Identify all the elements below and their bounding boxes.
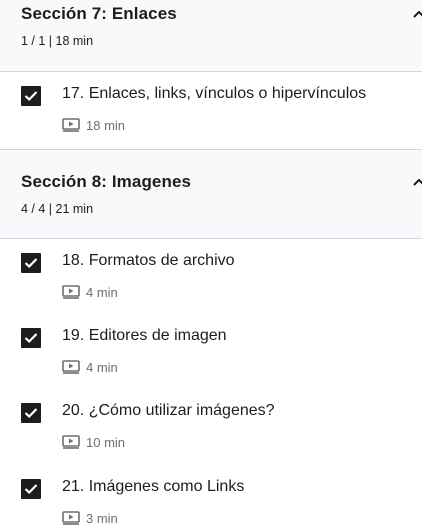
section-header-7[interactable]: Sección 7: Enlaces 1 / 1 | 18 min	[0, 0, 422, 72]
video-play-icon	[62, 285, 80, 299]
duration-text: 10 min	[86, 434, 126, 450]
video-play-icon	[62, 435, 80, 449]
section-title: Sección 8: Imagenes	[21, 172, 192, 191]
duration-text: 18 min	[86, 117, 126, 133]
lesson-item[interactable]: 19. Editores de imagen 4 min	[0, 327, 422, 402]
lesson-duration: 3 min	[62, 510, 118, 526]
lesson-duration: 10 min	[62, 434, 125, 450]
duration-text: 4 min	[86, 359, 118, 375]
lesson-item[interactable]: 18. Formatos de archivo 4 min	[0, 252, 422, 327]
checkbox-checked-icon[interactable]	[21, 479, 41, 499]
lesson-title[interactable]: 21. Imágenes como Links	[62, 478, 244, 496]
lesson-title[interactable]: 17. Enlaces, links, vínculos o hipervínc…	[62, 85, 366, 103]
lesson-title[interactable]: 18. Formatos de archivo	[62, 252, 235, 270]
video-play-icon	[62, 511, 80, 525]
section-header-8[interactable]: Sección 8: Imagenes 4 / 4 | 21 min	[0, 149, 422, 239]
chevron-up-icon[interactable]	[412, 176, 422, 190]
checkbox-checked-icon[interactable]	[21, 253, 41, 273]
lesson-title[interactable]: 19. Editores de imagen	[62, 327, 227, 345]
lesson-duration: 4 min	[62, 359, 118, 375]
section-title: Sección 7: Enlaces	[21, 4, 177, 23]
duration-text: 4 min	[86, 284, 118, 300]
checkbox-checked-icon[interactable]	[21, 328, 41, 348]
video-play-icon	[62, 118, 80, 132]
section-progress: 1 / 1 | 18 min	[21, 34, 94, 48]
lesson-title[interactable]: 20. ¿Cómo utilizar imágenes?	[62, 402, 275, 420]
duration-text: 3 min	[86, 510, 118, 526]
checkbox-checked-icon[interactable]	[21, 86, 41, 106]
lesson-item[interactable]: 20. ¿Cómo utilizar imágenes? 10 min	[0, 402, 422, 477]
video-play-icon	[62, 360, 80, 374]
lesson-item[interactable]: 21. Imágenes como Links 3 min	[0, 478, 422, 527]
lesson-duration: 18 min	[62, 117, 125, 133]
lesson-duration: 4 min	[62, 284, 118, 300]
chevron-up-icon[interactable]	[412, 8, 422, 22]
section-progress: 4 / 4 | 21 min	[21, 202, 94, 216]
checkbox-checked-icon[interactable]	[21, 403, 41, 423]
